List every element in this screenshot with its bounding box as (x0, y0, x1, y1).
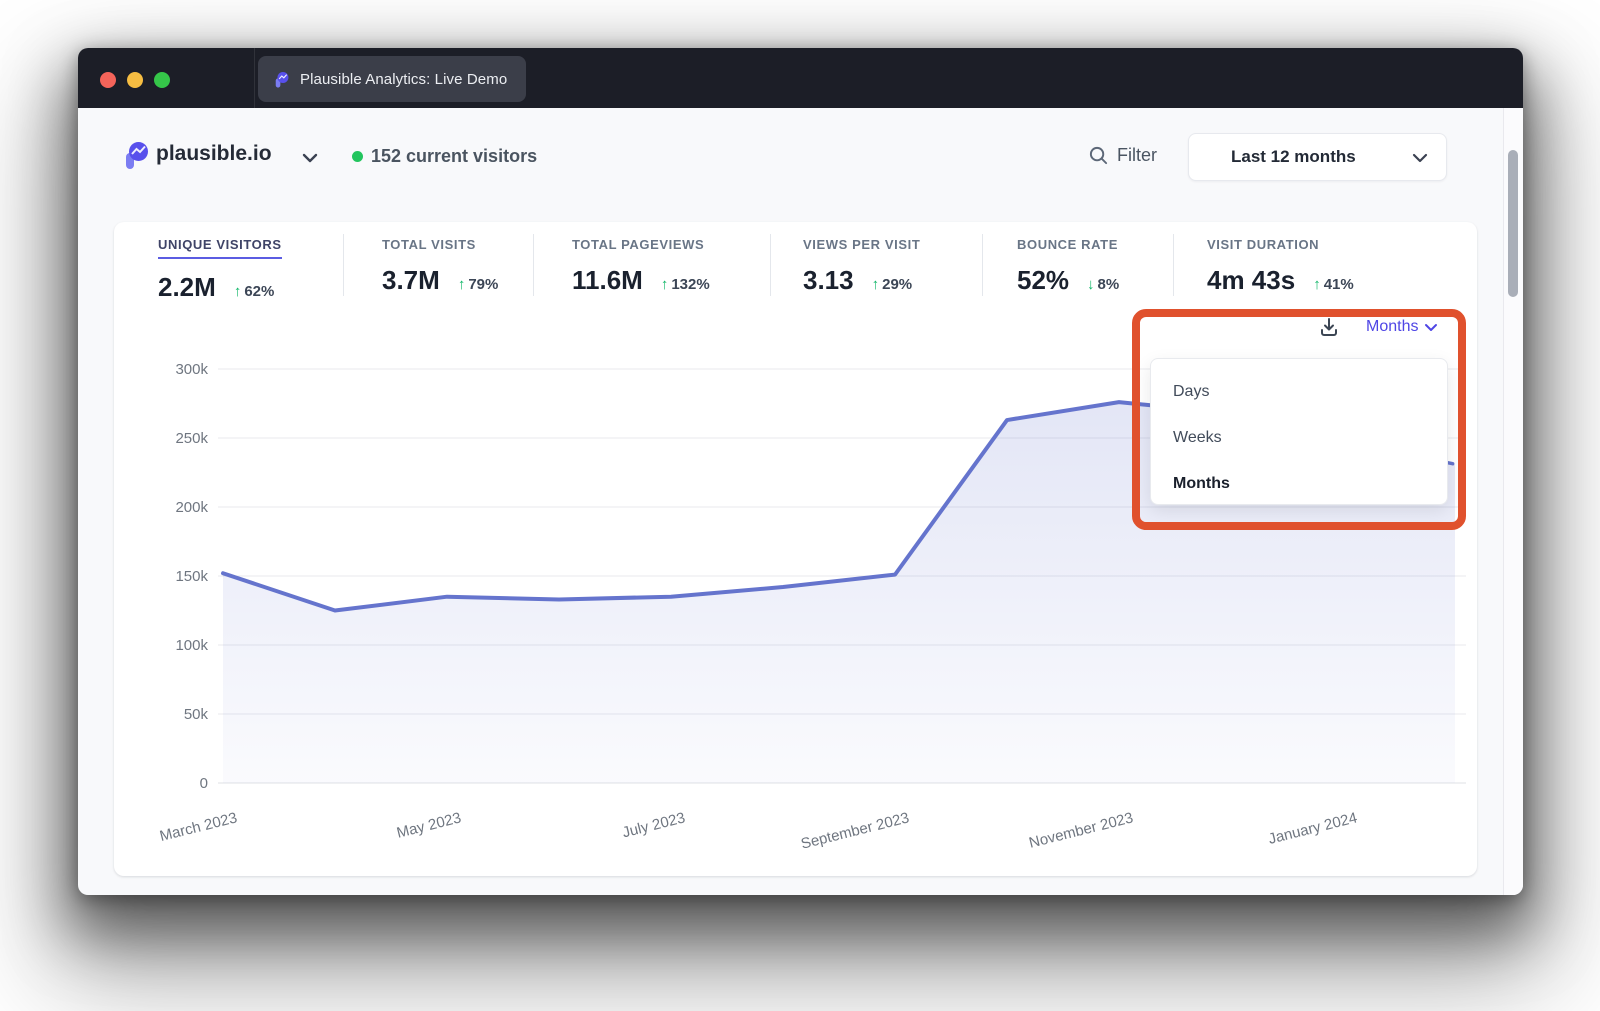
svg-text:January 2024: January 2024 (1267, 809, 1359, 847)
interval-option-weeks[interactable]: Weeks (1151, 415, 1447, 461)
chart-controls: Months (1318, 316, 1438, 338)
interval-dropdown-toggle[interactable]: Months (1366, 318, 1438, 336)
svg-text:November 2023: November 2023 (1027, 809, 1135, 851)
tab-title: Plausible Analytics: Live Demo (300, 71, 507, 88)
close-window-button[interactable] (100, 72, 116, 88)
browser-titlebar: Plausible Analytics: Live Demo (78, 48, 1523, 108)
svg-text:150k: 150k (175, 568, 208, 585)
interval-dropdown-menu: Days Weeks Months (1150, 358, 1448, 505)
interval-selected-value: Months (1366, 318, 1418, 336)
fullscreen-window-button[interactable] (154, 72, 170, 88)
svg-text:300k: 300k (175, 361, 208, 378)
svg-text:0: 0 (200, 775, 208, 792)
svg-text:250k: 250k (175, 430, 208, 447)
minimize-window-button[interactable] (127, 72, 143, 88)
plausible-logo-icon (274, 71, 289, 88)
browser-tab[interactable]: Plausible Analytics: Live Demo (258, 56, 526, 102)
browser-window: Plausible Analytics: Live Demo plausible… (78, 48, 1523, 895)
svg-text:July 2023: July 2023 (621, 809, 687, 841)
tab-separator (254, 48, 255, 108)
chevron-down-icon (1424, 323, 1438, 332)
svg-text:50k: 50k (184, 706, 209, 723)
svg-text:March 2023: March 2023 (158, 809, 239, 845)
download-icon[interactable] (1318, 316, 1340, 338)
svg-text:May 2023: May 2023 (395, 809, 463, 841)
svg-text:100k: 100k (175, 637, 208, 654)
interval-option-days[interactable]: Days (1151, 369, 1447, 415)
interval-option-months[interactable]: Months (1151, 461, 1447, 507)
dashboard-page: plausible.io 152 current visitors Filter… (78, 108, 1523, 895)
svg-text:September 2023: September 2023 (799, 809, 911, 852)
svg-text:200k: 200k (175, 499, 208, 516)
